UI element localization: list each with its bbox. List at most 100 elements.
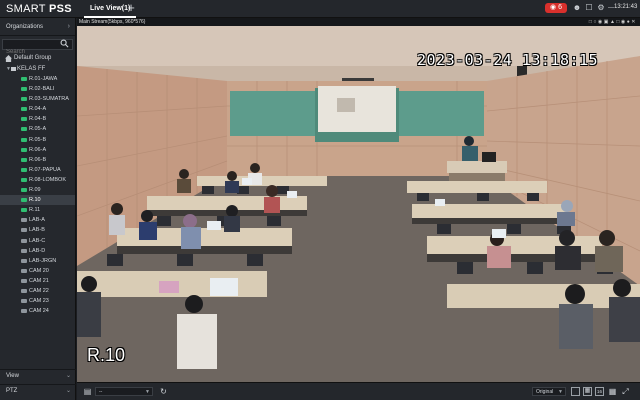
aspect-ratio-select[interactable]: Original ▼ — [532, 387, 566, 396]
settings-gear-icon[interactable]: ⚙ — [596, 3, 606, 13]
tree-root-label: Default Group — [14, 55, 52, 61]
view-panel-label: View — [6, 373, 19, 379]
camera-icon — [21, 87, 27, 92]
camera-item-label: CAM 22 — [29, 287, 49, 294]
camera-item-label: R.05-B — [29, 136, 47, 143]
camera-icon — [21, 258, 27, 263]
camera-item-label: R.03-SUMATRA — [29, 96, 69, 103]
camera-item[interactable]: LAB-C — [0, 236, 75, 246]
camera-item[interactable]: R.02-BALI — [0, 84, 75, 94]
camera-icon — [21, 309, 27, 314]
camera-item[interactable]: R.05-B — [0, 135, 75, 145]
camera-item-label: R.01-JAWA — [29, 76, 58, 82]
refresh-icon[interactable]: ↻ — [159, 387, 168, 396]
camera-item[interactable]: LAB-A — [0, 215, 75, 225]
layout-16-button[interactable]: 16 — [595, 387, 604, 396]
camera-item-label: R.08-LOMBOK — [29, 176, 66, 183]
camera-item[interactable]: R.07-PAPUA — [0, 165, 75, 175]
add-tab-button[interactable]: + — [124, 1, 138, 15]
camera-item[interactable]: R.04-A — [0, 104, 75, 114]
camera-item[interactable]: CAM 23 — [0, 296, 75, 306]
alarm-bell-icon: ◉ — [550, 4, 557, 11]
camera-item[interactable]: R.01-JAWA — [0, 74, 75, 84]
chevron-down-icon: ▼ — [558, 389, 563, 395]
camera-icon — [21, 107, 27, 112]
folder-icon — [11, 67, 16, 71]
camera-item[interactable]: CAM 22 — [0, 286, 75, 296]
camera-video-feed[interactable]: 2023-03-24 13:18:15 R.10 — [77, 26, 640, 382]
camera-item-label: CAM 20 — [29, 267, 49, 274]
user-icon[interactable]: ☻ — [572, 3, 582, 13]
camera-item-label: R.10 — [29, 197, 41, 204]
chevron-right-icon: › — [67, 23, 70, 30]
camera-item[interactable]: R.09 — [0, 185, 75, 195]
view-panel-toggle[interactable]: View ⌄ — [0, 369, 76, 382]
tree-group-label: KELAS FF — [17, 66, 46, 72]
ptz-panel-label: PTZ — [6, 388, 18, 394]
organizations-label: Organizations — [6, 24, 44, 30]
camera-item[interactable]: CAM 20 — [0, 266, 75, 276]
camera-item[interactable]: R.10 — [0, 195, 75, 206]
camera-item[interactable]: R.08-LOMBOK — [0, 175, 75, 185]
camera-icon — [21, 198, 27, 203]
camera-icon — [21, 208, 27, 213]
smart-pss-window: SMART PSS Live View(1) + ◉ 6 ☻ ☐ ⚙ — 13:… — [0, 0, 640, 400]
camera-item-label: CAM 23 — [29, 298, 49, 305]
organizations-header[interactable]: Organizations › — [0, 18, 75, 36]
search-icon[interactable] — [60, 39, 69, 48]
camera-icon — [21, 77, 27, 81]
osd-channel-name: R.10 — [87, 345, 126, 365]
camera-list: R.01-JAWA R.02-BALI R.03-SUMATRA R.04-A R.04… — [0, 74, 75, 316]
chevron-down-icon: ⌄ — [65, 373, 71, 379]
camera-item-label: CAM 24 — [29, 308, 49, 315]
camera-icon — [21, 97, 27, 102]
system-clock: 13:21:43 — [614, 4, 638, 10]
camera-item-label: R.02-BALI — [29, 86, 55, 93]
custom-layout-icon[interactable]: ▦ — [608, 387, 617, 396]
channel-select[interactable]: -- ▼ — [95, 387, 153, 396]
camera-item[interactable]: R.06-A — [0, 145, 75, 155]
live-view-pane[interactable]: Main Stream(5kbps, 960*576) □○◉▣▲□◉●✕ 20… — [77, 18, 640, 382]
camera-icon — [21, 188, 27, 193]
lock-icon[interactable]: ☐ — [584, 3, 594, 13]
device-search-field[interactable] — [2, 39, 73, 57]
camera-item[interactable]: LAB-JRGN — [0, 256, 75, 266]
camera-item[interactable]: R.05-A — [0, 124, 75, 134]
camera-item-label: LAB-B — [29, 227, 45, 234]
tree-root-default-group[interactable]: Default Group — [0, 53, 75, 64]
layout-1x1-button[interactable] — [571, 387, 580, 396]
alarm-badge[interactable]: ◉ 6 — [545, 3, 567, 13]
aspect-ratio-value: Original — [536, 389, 554, 395]
camera-item[interactable]: R.06-B — [0, 155, 75, 165]
chevron-down-icon: ▼ — [145, 389, 150, 395]
camera-item[interactable]: CAM 24 — [0, 306, 75, 316]
camera-icon — [21, 248, 27, 253]
channel-select-value: -- — [99, 389, 103, 395]
layout-2x2-button[interactable]: ▦ — [583, 387, 592, 396]
camera-item-label: CAM 21 — [29, 277, 49, 284]
ptz-panel-toggle[interactable]: PTZ ⌄ — [0, 384, 76, 397]
camera-item[interactable]: LAB-D — [0, 246, 75, 256]
camera-item[interactable]: LAB-B — [0, 225, 75, 235]
tree-group-kelas-ff[interactable]: ▼ KELAS FF — [0, 64, 75, 74]
osd-timestamp: 2023-03-24 13:18:15 — [417, 51, 599, 69]
camera-item[interactable]: R.03-SUMATRA — [0, 94, 75, 104]
fullscreen-icon[interactable]: ⤢ — [621, 387, 630, 396]
camera-item-label: R.09 — [29, 187, 41, 194]
save-view-icon[interactable]: ▤ — [83, 387, 92, 396]
camera-icon — [21, 127, 27, 132]
camera-icon — [21, 117, 27, 122]
camera-item-label: LAB-C — [29, 237, 46, 244]
title-bar: SMART PSS Live View(1) + ◉ 6 ☻ ☐ ⚙ — 13:… — [0, 0, 640, 18]
camera-icon — [21, 228, 27, 233]
camera-item[interactable]: CAM 21 — [0, 276, 75, 286]
video-tool-icons[interactable]: □○◉▣▲□◉●✕ — [589, 18, 637, 26]
camera-item[interactable]: R.04-B — [0, 114, 75, 124]
camera-item[interactable]: R.11 — [0, 205, 75, 215]
stream-info-bar: Main Stream(5kbps, 960*576) □○◉▣▲□◉●✕ — [77, 18, 640, 26]
camera-item-label: LAB-JRGN — [29, 257, 57, 264]
chevron-down-icon: ⌄ — [65, 388, 71, 394]
camera-icon — [21, 288, 27, 293]
stream-info-label: Main Stream(5kbps, 960*576) — [79, 19, 146, 25]
camera-item-label: R.04-B — [29, 116, 47, 123]
